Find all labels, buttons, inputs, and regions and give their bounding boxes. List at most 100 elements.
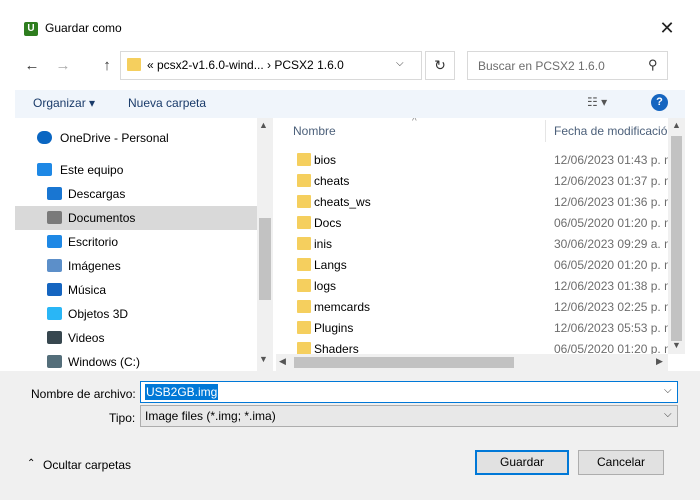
- column-header: Nombre ^ Fecha de modificación: [276, 118, 674, 144]
- sidebar-item[interactable]: Música: [15, 278, 257, 302]
- file-name: memcards: [314, 300, 371, 314]
- refresh-icon[interactable]: ↻: [425, 51, 455, 80]
- forward-arrow-icon[interactable]: →: [52, 55, 74, 77]
- folder-icon: [297, 237, 311, 250]
- sidebar-item-label: Videos: [68, 331, 105, 345]
- file-horizontal-scrollbar[interactable]: ◀ ▶: [276, 354, 668, 371]
- file-vertical-scrollbar[interactable]: ▲ ▼: [668, 118, 685, 354]
- cancel-button[interactable]: Cancelar: [578, 450, 664, 475]
- sidebar-item-label: Este equipo: [60, 163, 124, 177]
- file-name: inis: [314, 237, 333, 251]
- document-icon: [47, 211, 62, 224]
- window-title: Guardar como: [45, 21, 122, 35]
- scroll-left-icon[interactable]: ◀: [279, 356, 286, 367]
- app-icon: U: [24, 22, 38, 36]
- chevron-down-icon[interactable]: ⌵: [396, 58, 404, 69]
- column-date-modified[interactable]: Fecha de modificación: [554, 124, 674, 138]
- folder-icon: [297, 279, 311, 292]
- sidebar-item[interactable]: Escritorio: [15, 230, 257, 254]
- table-row[interactable]: logs 12/06/2023 01:38 p. m.: [276, 275, 677, 296]
- column-name[interactable]: Nombre: [293, 124, 336, 138]
- chevron-down-icon[interactable]: ⌵: [664, 409, 672, 420]
- table-row[interactable]: memcards 12/06/2023 02:25 p. m.: [276, 296, 677, 317]
- folder-icon: [297, 300, 311, 313]
- close-button[interactable]: ✕: [655, 16, 679, 40]
- sidebar-item-label: Música: [68, 283, 107, 297]
- filename-field[interactable]: USB2GB.img ⌵: [140, 381, 678, 403]
- table-row[interactable]: Plugins 12/06/2023 05:53 p. m.: [276, 317, 677, 338]
- scroll-thumb[interactable]: [259, 218, 271, 300]
- file-name: cheats_ws: [314, 195, 371, 209]
- file-date: 06/05/2020 01:20 p. m.: [554, 258, 678, 272]
- sidebar-item[interactable]: Descargas: [15, 182, 257, 206]
- scroll-right-icon[interactable]: ▶: [656, 356, 663, 367]
- file-name: bios: [314, 153, 337, 167]
- folder-icon: [297, 258, 311, 271]
- organize-button[interactable]: Organizar ▾: [33, 96, 95, 110]
- table-row[interactable]: bios 12/06/2023 01:43 p. m.: [276, 149, 677, 170]
- drive-icon: [47, 355, 62, 368]
- sidebar-item-label: Windows (C:): [68, 355, 141, 369]
- breadcrumb[interactable]: « pcsx2-v1.6.0-wind... › PCSX2 1.6.0: [147, 58, 344, 72]
- address-bar[interactable]: « pcsx2-v1.6.0-wind... › PCSX2 1.6.0 ⌵: [120, 51, 422, 80]
- file-type-value: Image files (*.img; *.ima): [145, 409, 276, 423]
- file-date: 30/06/2023 09:29 a. m.: [554, 237, 678, 251]
- 3d-objects-icon: [47, 307, 62, 320]
- type-label: Tipo:: [109, 411, 136, 425]
- desktop-icon: [47, 235, 62, 248]
- filename-label: Nombre de archivo:: [31, 387, 136, 401]
- computer-icon: [37, 163, 52, 176]
- sidebar-item[interactable]: Documentos: [15, 206, 257, 230]
- file-type-select[interactable]: Image files (*.img; *.ima) ⌵: [140, 405, 678, 427]
- file-name: Plugins: [314, 321, 354, 335]
- table-row[interactable]: Langs 06/05/2020 01:20 p. m.: [276, 254, 677, 275]
- title-bar: U Guardar como ✕: [0, 0, 700, 38]
- nav-scrollbar[interactable]: ▲ ▼: [257, 118, 273, 371]
- folder-icon: [297, 216, 311, 229]
- table-row[interactable]: inis 30/06/2023 09:29 a. m.: [276, 233, 677, 254]
- folder-icon: [297, 174, 311, 187]
- hide-folders-label: Ocultar carpetas: [43, 458, 132, 472]
- chevron-down-icon[interactable]: ⌵: [664, 385, 672, 396]
- new-folder-button[interactable]: Nueva carpeta: [128, 96, 206, 110]
- sidebar-item[interactable]: Windows (C:): [15, 350, 257, 371]
- help-icon[interactable]: ?: [651, 94, 668, 111]
- table-row[interactable]: cheats_ws 12/06/2023 01:36 p. m.: [276, 191, 677, 212]
- back-arrow-icon[interactable]: ←: [21, 55, 43, 77]
- filename-value[interactable]: USB2GB.img: [145, 384, 219, 400]
- search-placeholder: Buscar en PCSX2 1.6.0: [478, 59, 605, 73]
- scroll-down-icon[interactable]: ▼: [672, 340, 681, 350]
- sidebar-item-label: Documentos: [68, 211, 136, 225]
- file-name: cheats: [314, 174, 350, 188]
- file-date: 12/06/2023 01:38 p. m.: [554, 279, 678, 293]
- scroll-up-icon[interactable]: ▲: [672, 120, 681, 130]
- sidebar-item[interactable]: Imágenes: [15, 254, 257, 278]
- scroll-down-icon[interactable]: ▼: [259, 354, 268, 364]
- scroll-up-icon[interactable]: ▲: [259, 120, 268, 130]
- up-arrow-icon[interactable]: ↑: [96, 55, 118, 77]
- view-options-icon[interactable]: ☷ ▾: [587, 95, 607, 109]
- scroll-thumb[interactable]: [294, 357, 514, 368]
- sidebar-item[interactable]: Videos: [15, 326, 257, 350]
- folder-icon: [297, 153, 311, 166]
- table-row[interactable]: Docs 06/05/2020 01:20 p. m.: [276, 212, 677, 233]
- command-bar: Organizar ▾ Nueva carpeta ☷ ▾ ?: [15, 90, 685, 118]
- pictures-icon: [47, 259, 62, 272]
- file-name: logs: [314, 279, 337, 293]
- sort-caret-icon: ^: [412, 118, 417, 127]
- file-date: 12/06/2023 02:25 p. m.: [554, 300, 678, 314]
- folder-icon: [127, 58, 141, 71]
- sidebar-item[interactable]: Este equipo: [15, 158, 257, 182]
- column-divider[interactable]: [545, 120, 546, 142]
- sidebar-item[interactable]: Objetos 3D: [15, 302, 257, 326]
- sidebar-item[interactable]: OneDrive - Personal: [15, 126, 257, 150]
- sidebar-item-label: Escritorio: [68, 235, 119, 249]
- download-icon: [47, 187, 62, 200]
- save-button[interactable]: Guardar: [475, 450, 569, 475]
- search-icon[interactable]: ⚲: [648, 57, 658, 73]
- file-date: 06/05/2020 01:20 p. m.: [554, 216, 678, 230]
- table-row[interactable]: cheats 12/06/2023 01:37 p. m.: [276, 170, 677, 191]
- search-input[interactable]: Buscar en PCSX2 1.6.0 ⚲: [467, 51, 668, 80]
- sidebar-item-label: Objetos 3D: [68, 307, 129, 321]
- scroll-thumb[interactable]: [671, 136, 682, 341]
